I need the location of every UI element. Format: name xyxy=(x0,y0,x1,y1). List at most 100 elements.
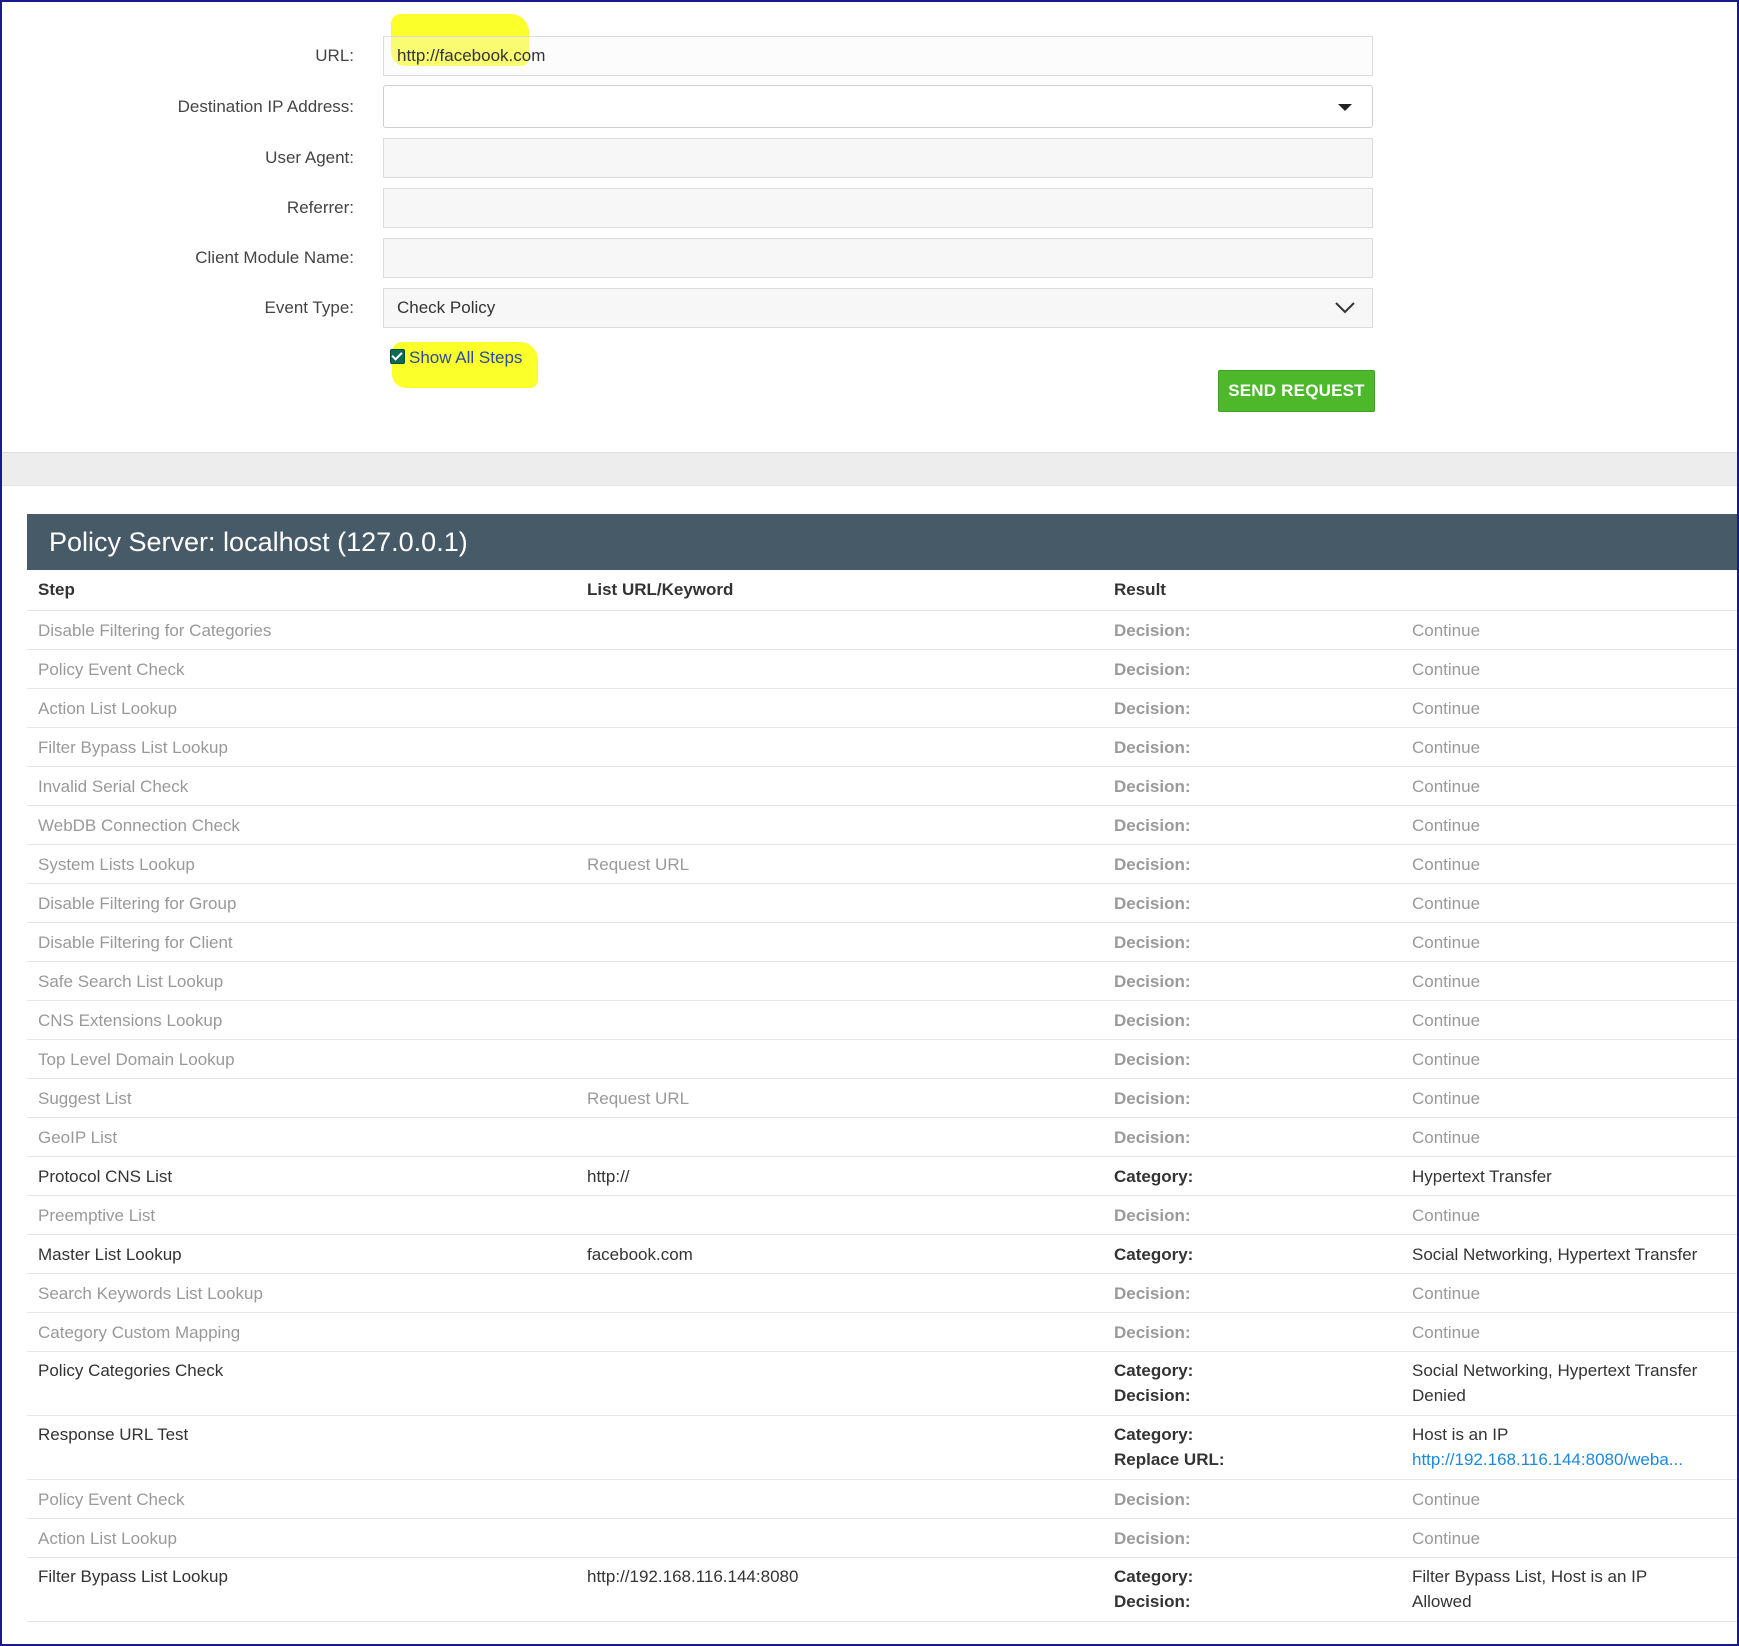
destination-ip-label: Destination IP Address: xyxy=(177,97,354,116)
panel-title: Policy Server: localhost (127.0.0.1) xyxy=(27,514,1737,570)
user-agent-input[interactable] xyxy=(383,138,1373,178)
result-label-cell: Decision: xyxy=(1103,1312,1401,1352)
result-value: Filter Bypass List, Host is an IP xyxy=(1412,1567,1648,1586)
referrer-row: Referrer: xyxy=(2,188,1737,228)
table-row: Filter Bypass List Lookup http://192.168.… xyxy=(27,1557,1737,1622)
client-module-label: Client Module Name: xyxy=(195,248,354,267)
table-row: CNS Extensions Lookup Decision: Continue xyxy=(27,1000,1737,1040)
result-label: Decision: xyxy=(1114,737,1191,757)
destination-ip-select[interactable] xyxy=(383,85,1373,128)
step-cell: Policy Event Check xyxy=(27,649,576,689)
result-value-cell: Continue xyxy=(1401,610,1737,650)
step-cell: Response URL Test xyxy=(27,1415,576,1480)
result-label-cell: Decision: xyxy=(1103,922,1401,962)
event-type-label: Event Type: xyxy=(264,298,354,317)
table-row: Invalid Serial Check Decision: Continue xyxy=(27,766,1737,806)
result-value: Social Networking, Hypertext Transfer xyxy=(1412,1244,1698,1264)
keyword-cell xyxy=(576,1039,1103,1079)
result-label: Decision: xyxy=(1114,1283,1191,1303)
table-row: Filter Bypass List Lookup Decision: Contin… xyxy=(27,727,1737,767)
result-label: Decision: xyxy=(1114,776,1191,796)
referrer-label: Referrer: xyxy=(286,198,354,217)
replace-url-link[interactable]: http://192.168.116.144:8080/weba... xyxy=(1412,1447,1692,1472)
table-row: Master List Lookup facebook.com Category: S… xyxy=(27,1234,1737,1274)
result-value-cell: Continue xyxy=(1401,844,1737,884)
event-type-select[interactable]: Check Policy xyxy=(383,288,1373,328)
table-row: Preemptive List Decision: Continue xyxy=(27,1195,1737,1235)
result-label-cell: Decision: xyxy=(1103,1518,1401,1558)
result-value-secondary: Denied xyxy=(1412,1386,1466,1405)
step-cell: Action List Lookup xyxy=(27,688,576,728)
referrer-input[interactable] xyxy=(383,188,1373,228)
destination-ip-row: Destination IP Address: xyxy=(2,85,1737,128)
result-label: Decision: xyxy=(1114,971,1191,991)
table-row: WebDB Connection Check Decision: Continue xyxy=(27,805,1737,845)
result-label-cell: Decision: xyxy=(1103,1273,1401,1313)
column-header-step: Step xyxy=(27,570,576,611)
keyword-cell xyxy=(576,1479,1103,1519)
step-cell: System Lists Lookup xyxy=(27,844,576,884)
result-label-cell: Category: Decision: xyxy=(1103,1557,1401,1622)
table-row: Safe Search List Lookup Decision: Continue xyxy=(27,961,1737,1001)
result-value-cell: Continue xyxy=(1401,883,1737,923)
url-input[interactable]: http://facebook.com xyxy=(383,36,1373,76)
result-label: Decision: xyxy=(1114,1010,1191,1030)
keyword-cell xyxy=(576,1117,1103,1157)
result-label-cell: Decision: xyxy=(1103,727,1401,767)
result-label-cell: Decision: xyxy=(1103,844,1401,884)
keyword-cell xyxy=(576,1312,1103,1352)
result-value-cell: Continue xyxy=(1401,805,1737,845)
keyword-cell xyxy=(576,1351,1103,1416)
result-label-cell: Category: xyxy=(1103,1234,1401,1274)
caret-down-icon[interactable] xyxy=(1338,104,1352,111)
result-label-cell: Decision: xyxy=(1103,1000,1401,1040)
result-label-cell: Category: Decision: xyxy=(1103,1351,1401,1416)
result-label: Decision: xyxy=(1114,1322,1191,1342)
url-row: URL: http://facebook.com xyxy=(2,36,1737,76)
show-all-steps-checkbox[interactable]: Show All Steps xyxy=(390,347,522,369)
table-row: Search Keywords List Lookup Decision: Cont… xyxy=(27,1273,1737,1313)
result-value-cell: Social Networking, Hypertext Transfer Den… xyxy=(1401,1351,1737,1416)
table-row: Action List Lookup Decision: Continue xyxy=(27,688,1737,728)
send-request-button[interactable]: SEND REQUEST xyxy=(1218,370,1375,412)
result-label: Decision: xyxy=(1114,698,1191,718)
result-value: Host is an IP xyxy=(1412,1425,1509,1444)
result-label-cell: Category: xyxy=(1103,1156,1401,1196)
result-value-cell: Continue xyxy=(1401,1195,1737,1235)
client-module-input[interactable] xyxy=(383,238,1373,278)
table-row: Suggest List Request URL Decision: Continue xyxy=(27,1078,1737,1118)
result-value-cell: Continue xyxy=(1401,688,1737,728)
column-header-value xyxy=(1401,570,1737,611)
step-cell: Safe Search List Lookup xyxy=(27,961,576,1001)
result-value: Continue xyxy=(1412,1489,1481,1509)
table-header-row: Step List URL/Keyword Result xyxy=(27,570,1737,611)
checkbox-checked-icon[interactable] xyxy=(390,349,405,364)
result-value: Continue xyxy=(1412,893,1481,913)
result-label-cell: Decision: xyxy=(1103,1117,1401,1157)
section-separator xyxy=(2,452,1737,486)
client-module-row: Client Module Name: xyxy=(2,238,1737,278)
result-value-cell: Continue xyxy=(1401,727,1737,767)
result-label-cell: Decision: xyxy=(1103,1195,1401,1235)
table-row: Top Level Domain Lookup Decision: Continue xyxy=(27,1039,1737,1079)
result-label: Decision: xyxy=(1114,1528,1191,1548)
result-label: Category: xyxy=(1114,1425,1194,1444)
table-row: Action List Lookup Decision: Continue xyxy=(27,1518,1737,1558)
step-cell: Disable Filtering for Client xyxy=(27,922,576,962)
keyword-cell xyxy=(576,727,1103,767)
step-cell: Top Level Domain Lookup xyxy=(27,1039,576,1079)
results-table: Step List URL/Keyword Result Disable Fil… xyxy=(27,570,1737,1622)
result-value: Continue xyxy=(1412,815,1481,835)
chevron-down-icon[interactable] xyxy=(1334,296,1356,318)
table-row: Category Custom Mapping Decision: Continue xyxy=(27,1312,1737,1352)
result-label: Decision: xyxy=(1114,932,1191,952)
policy-test-form: URL: http://facebook.com Destination IP … xyxy=(2,2,1737,452)
user-agent-row: User Agent: xyxy=(2,138,1737,178)
table-row: System Lists Lookup Request URL Decision: C… xyxy=(27,844,1737,884)
url-label: URL: xyxy=(315,46,354,65)
result-label-cell: Category: Replace URL: xyxy=(1103,1415,1401,1480)
table-row: GeoIP List Decision: Continue xyxy=(27,1117,1737,1157)
result-label: Category: xyxy=(1114,1567,1194,1586)
step-cell: Disable Filtering for Categories xyxy=(27,610,576,650)
keyword-cell xyxy=(576,922,1103,962)
